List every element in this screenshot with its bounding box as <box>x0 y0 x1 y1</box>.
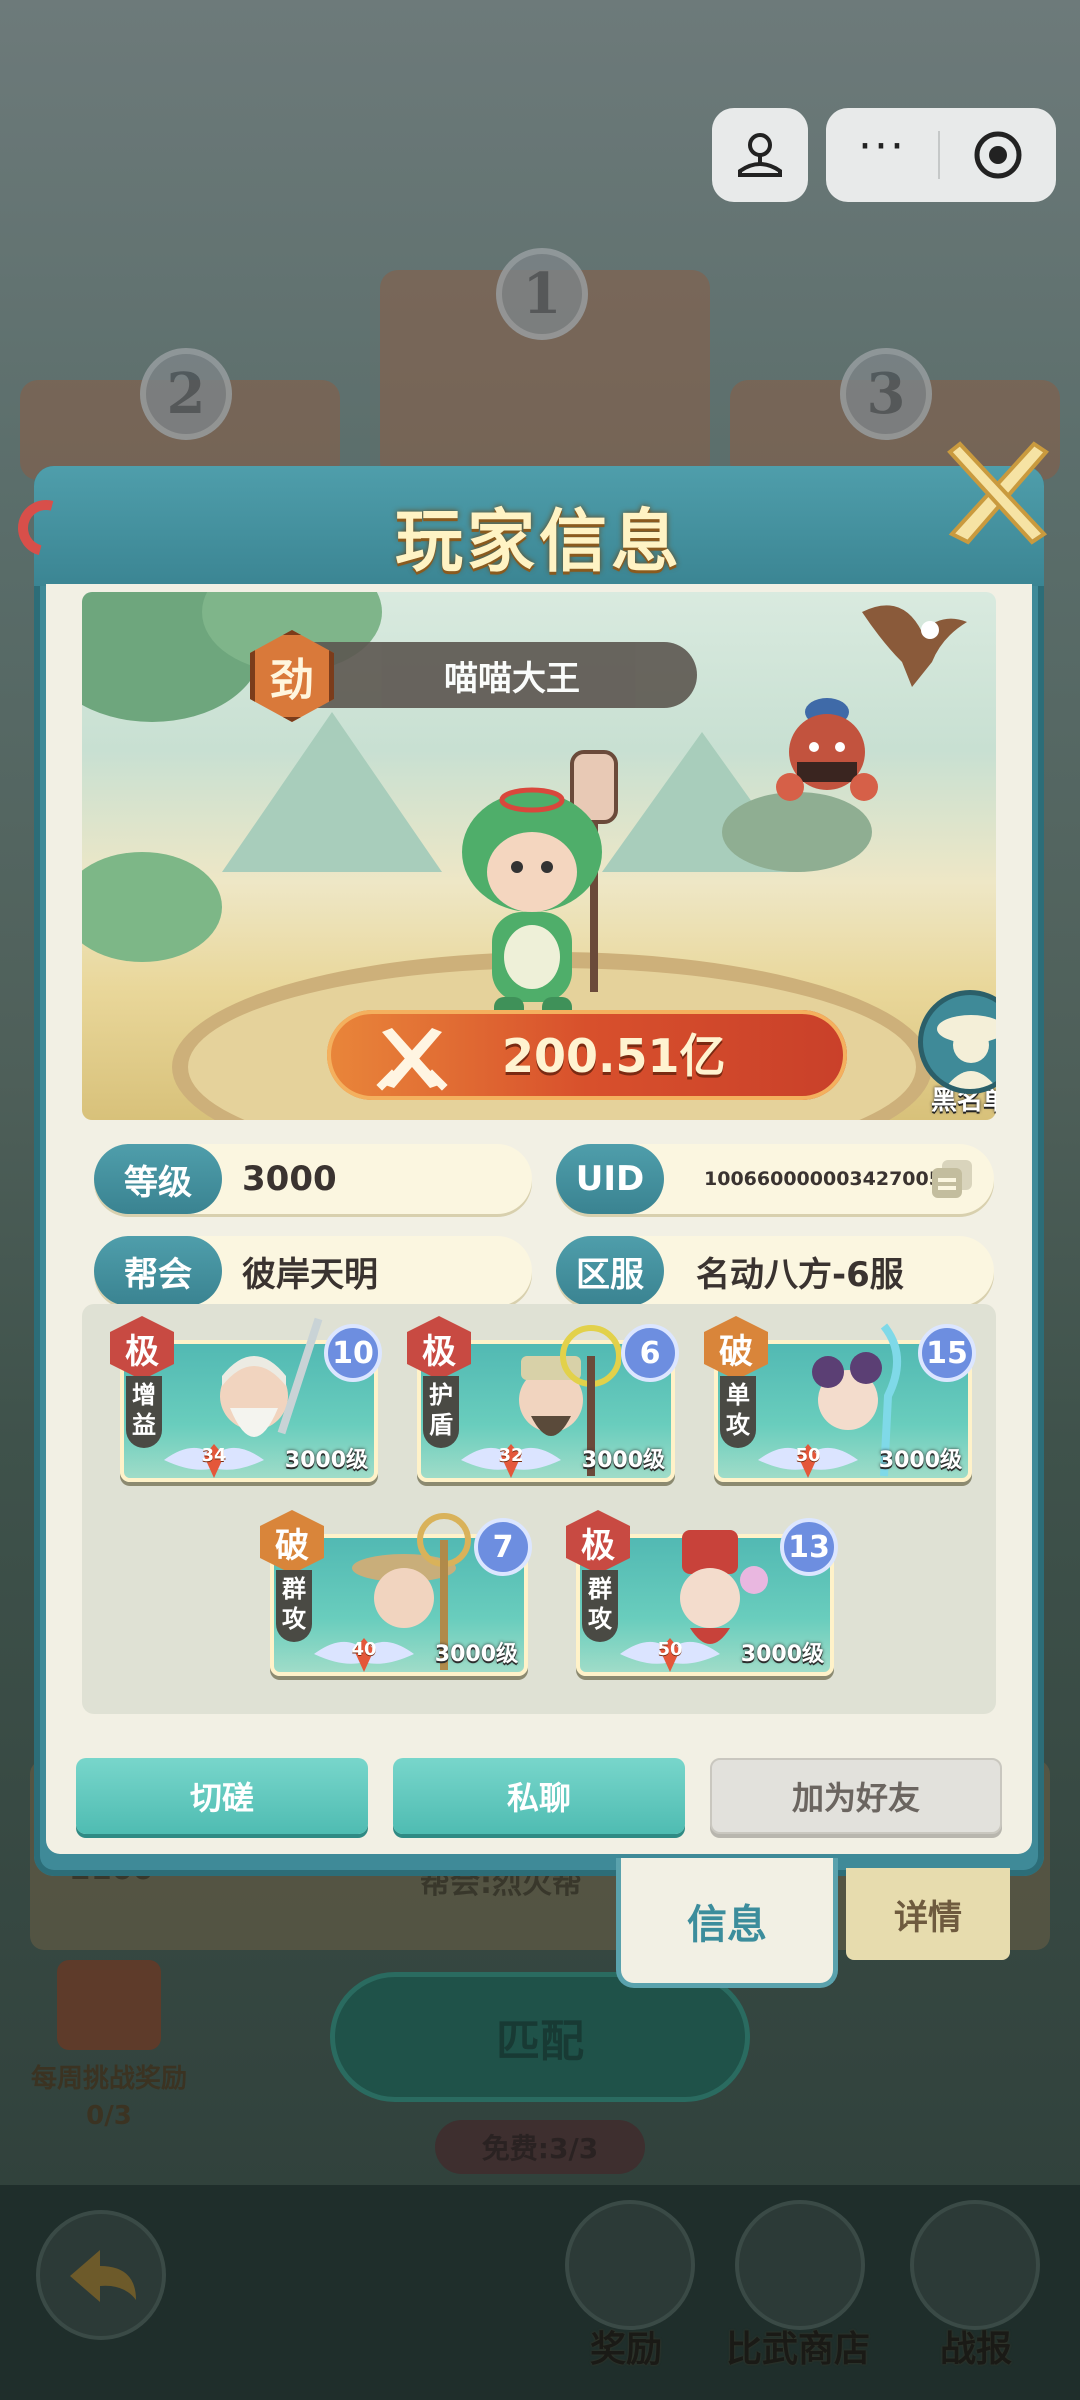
star-count: 7 <box>474 1518 532 1576</box>
hero-grade: 3000级 <box>740 1642 824 1667</box>
hero-grade: 3000级 <box>434 1642 518 1667</box>
target-icon <box>974 131 1022 179</box>
copy-icon[interactable] <box>930 1158 974 1200</box>
hero-card[interactable]: 破 单攻 15 50 3000级 <box>704 1316 976 1482</box>
star-count: 13 <box>780 1518 838 1576</box>
rank-1-badge: 1 <box>496 248 588 340</box>
joystick-icon <box>738 133 782 177</box>
nav-shop-button[interactable] <box>735 2200 865 2330</box>
uid-value: 100660000003427005 <box>704 1168 942 1190</box>
hero-level: 50 <box>795 1445 821 1466</box>
guild-label: 帮会 <box>94 1236 222 1306</box>
rank-2-badge: 2 <box>140 348 232 440</box>
weekly-reward[interactable]: 每周挑战奖励 0/3 <box>14 1960 204 2131</box>
treasure-chest-icon <box>57 1960 161 2050</box>
private-chat-button[interactable]: 私聊 <box>393 1758 685 1834</box>
uid-label: UID <box>556 1144 664 1214</box>
level-label: 等级 <box>94 1144 222 1214</box>
nav-reward-label: 奖励 <box>590 2329 663 2370</box>
level-value: 3000 <box>242 1159 337 1199</box>
hero-card[interactable]: 极 护盾 6 32 3000级 <box>407 1316 679 1482</box>
add-friend-button[interactable]: 加为好友 <box>710 1758 1002 1834</box>
spar-button[interactable]: 切磋 <box>76 1758 368 1834</box>
player-info-dialog: 玩家信息 喵喵大王 劲 200.51亿 黑名单 等级 3000 UID 1006… <box>34 466 1044 1876</box>
player-showcase: 喵喵大王 劲 200.51亿 黑名单 <box>82 592 996 1120</box>
hooded-figure-icon <box>937 1015 996 1089</box>
enemy-character <box>776 698 878 801</box>
dialog-title: 玩家信息 <box>394 502 683 582</box>
server-field: 区服 名动八方-6服 <box>556 1236 994 1306</box>
mountain <box>222 712 442 872</box>
server-value: 名动八方-6服 <box>696 1254 904 1295</box>
hero-level: 32 <box>498 1445 524 1466</box>
combat-power-value: 200.51亿 <box>502 1029 726 1083</box>
close-program-button[interactable] <box>940 128 1056 182</box>
crossed-swords-icon <box>376 1028 448 1091</box>
tab-detail[interactable]: 详情 <box>846 1868 1010 1960</box>
hero-card[interactable]: 极 群攻 13 50 3000级 <box>566 1510 838 1676</box>
more-menu-icon[interactable]: ··· <box>826 125 938 169</box>
nav-report-button[interactable] <box>910 2200 1040 2330</box>
nav-reward-button[interactable] <box>565 2200 695 2330</box>
free-count: 免费:3/3 <box>435 2120 645 2174</box>
guild-value: 彼岸天明 <box>242 1254 378 1295</box>
guild-field: 帮会 彼岸天明 <box>94 1236 532 1306</box>
player-avatar-character <box>462 750 618 1027</box>
back-arrow-icon <box>70 2250 136 2302</box>
star-count: 10 <box>324 1324 382 1382</box>
bush <box>82 852 222 962</box>
close-icon[interactable] <box>938 430 1058 550</box>
tab-info[interactable]: 信息 <box>616 1858 838 1988</box>
quality-badge: 极 <box>566 1510 630 1574</box>
quality-badge: 破 <box>260 1510 324 1574</box>
quality-badge: 破 <box>704 1316 768 1380</box>
back-button[interactable] <box>36 2210 166 2340</box>
hero-grade: 3000级 <box>284 1448 368 1473</box>
mini-program-capsule: ··· <box>826 108 1056 202</box>
hero-grade: 3000级 <box>581 1448 665 1473</box>
rank-3-badge: 3 <box>840 348 932 440</box>
nav-shop-label: 比武商店 <box>726 2329 871 2370</box>
blacklist-button[interactable]: 黑名单 <box>914 990 996 1120</box>
game-center-button[interactable] <box>712 108 808 202</box>
quality-badge: 极 <box>407 1316 471 1380</box>
hero-level: 50 <box>657 1639 683 1660</box>
star-count: 6 <box>621 1324 679 1382</box>
hero-level: 40 <box>351 1639 377 1660</box>
eagle-icon <box>862 605 967 687</box>
nav-report-label: 战报 <box>940 2329 1013 2370</box>
level-field: 等级 3000 <box>94 1144 532 1214</box>
match-button[interactable]: 匹配 <box>330 1972 750 2102</box>
server-label: 区服 <box>556 1236 664 1306</box>
weekly-reward-progress: 0/3 <box>86 2101 132 2131</box>
dialog-body: 喵喵大王 劲 200.51亿 黑名单 等级 3000 UID 100660000… <box>46 584 1032 1854</box>
weekly-reward-label: 每周挑战奖励 <box>30 2064 187 2094</box>
uid-field: UID 100660000003427005 <box>556 1144 994 1214</box>
hero-card[interactable]: 破 群攻 7 40 3000级 <box>260 1510 532 1676</box>
hero-grade: 3000级 <box>878 1448 962 1473</box>
team-lineup: 极 增益 10 34 3000级 极 护盾 6 32 3000级 破 单攻 15… <box>82 1304 996 1714</box>
blacklist-avatar <box>918 990 996 1094</box>
hero-level: 34 <box>201 1445 227 1466</box>
quality-badge: 极 <box>110 1316 174 1380</box>
star-count: 15 <box>918 1324 976 1382</box>
hero-card[interactable]: 极 增益 10 34 3000级 <box>110 1316 382 1482</box>
